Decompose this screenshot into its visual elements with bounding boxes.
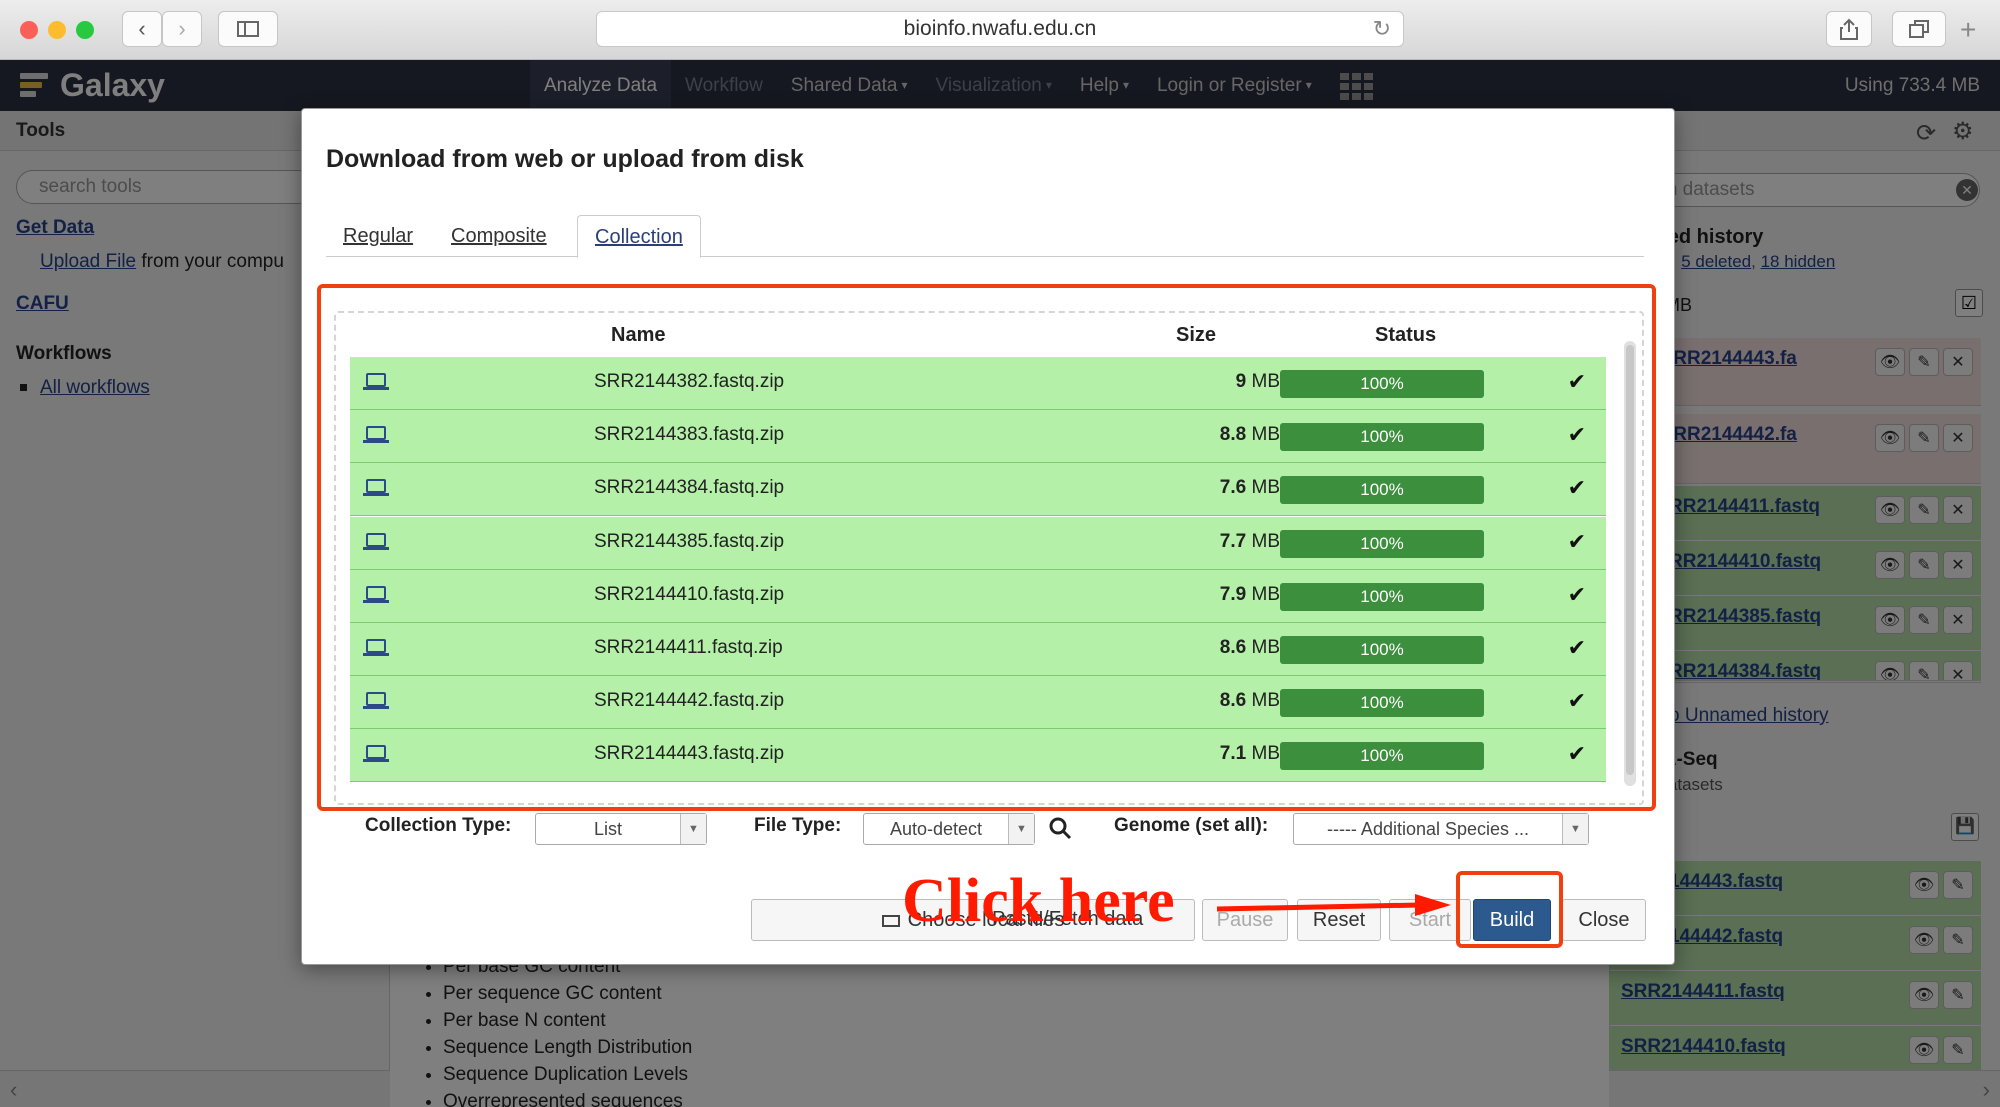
- dialog-title: Download from web or upload from disk: [326, 145, 804, 173]
- url-text: bioinfo.nwafu.edu.cn: [903, 17, 1097, 40]
- tab-composite[interactable]: Composite: [434, 215, 564, 257]
- tab-collection[interactable]: Collection: [577, 215, 701, 258]
- laptop-icon: [881, 914, 900, 927]
- file-type-value: Auto-detect: [889, 819, 983, 839]
- tabs-overview-icon[interactable]: [1892, 11, 1946, 47]
- highlight-build-button: [1456, 871, 1563, 948]
- new-tab-icon[interactable]: +: [1960, 14, 1976, 46]
- genome-label: Genome (set all):: [1114, 815, 1269, 836]
- highlight-upload-list: [317, 284, 1656, 811]
- annotation-click-here: Click here: [902, 867, 1175, 935]
- collection-type-label: Collection Type:: [365, 815, 512, 836]
- tab-regular[interactable]: Regular: [326, 215, 430, 257]
- minimize-window-icon[interactable]: [48, 21, 66, 39]
- select-arrow-icon: ▼: [1562, 814, 1588, 844]
- search-icon[interactable]: [1048, 816, 1072, 840]
- back-icon[interactable]: ‹: [122, 11, 162, 47]
- address-bar[interactable]: bioinfo.nwafu.edu.cn ↻: [596, 11, 1404, 47]
- maximize-window-icon[interactable]: [76, 21, 94, 39]
- collection-type-value: List: [593, 819, 622, 839]
- sidebar-toggle-icon[interactable]: [218, 11, 278, 47]
- upload-tabs: Regular Composite Collection: [326, 215, 1644, 258]
- forward-icon[interactable]: ›: [162, 11, 202, 47]
- annotation-arrow-icon: [1216, 894, 1451, 916]
- close-window-icon[interactable]: [20, 21, 38, 39]
- file-type-select[interactable]: Auto-detect ▼: [863, 813, 1035, 845]
- select-arrow-icon: ▼: [680, 814, 706, 844]
- select-arrow-icon: ▼: [1008, 814, 1034, 844]
- browser-toolbar: ‹ › bioinfo.nwafu.edu.cn ↻ +: [0, 0, 2000, 60]
- share-icon[interactable]: [1826, 11, 1872, 47]
- screen: ‹ › bioinfo.nwafu.edu.cn ↻ + Galaxy Anal…: [0, 0, 2000, 1107]
- file-type-label: File Type:: [754, 815, 842, 836]
- genome-select[interactable]: ----- Additional Species ... ▼: [1293, 813, 1589, 845]
- close-button[interactable]: Close: [1562, 899, 1646, 941]
- genome-value: ----- Additional Species ...: [1326, 819, 1530, 839]
- reload-icon[interactable]: ↻: [1373, 12, 1391, 46]
- collection-type-select[interactable]: List ▼: [535, 813, 707, 845]
